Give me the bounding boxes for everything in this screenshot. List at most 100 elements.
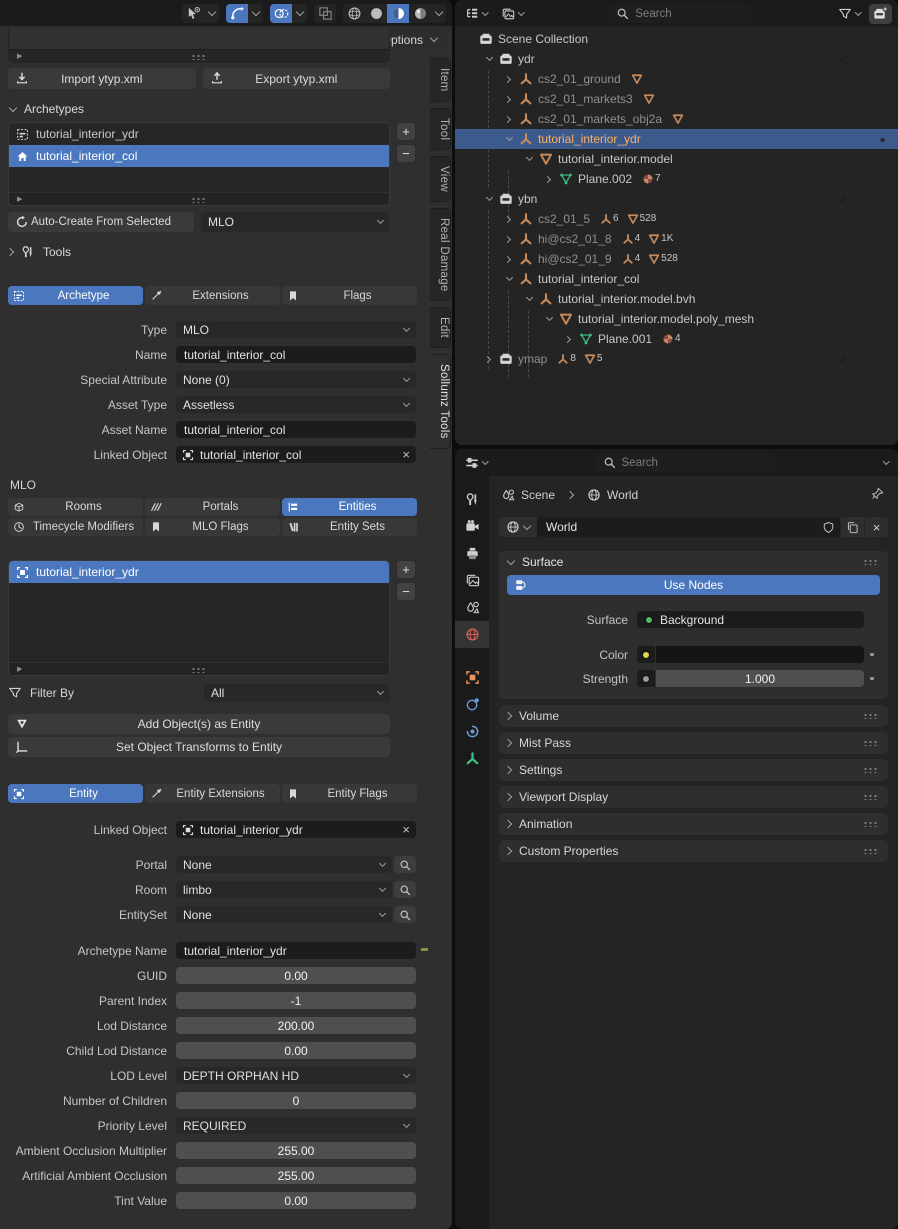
pin-icon[interactable]	[870, 487, 884, 501]
outliner-row-cs2-01-5[interactable]: cs2_01_56528	[455, 209, 898, 229]
expander-icon[interactable]	[501, 278, 517, 280]
add-object-as-entity-button[interactable]: Add Object(s) as Entity	[8, 714, 390, 734]
hide-toggle-eye-open-icon[interactable]	[852, 192, 872, 206]
outliner-search[interactable]	[609, 5, 751, 23]
export-ytyp-button[interactable]: Export ytyp.xml	[203, 68, 391, 89]
render-toggle-camera-icon[interactable]	[872, 92, 892, 106]
render-toggle-camera-icon[interactable]	[872, 152, 892, 166]
render-toggle-camera-icon[interactable]	[872, 352, 892, 366]
name-input[interactable]: tutorial_interior_col	[176, 346, 416, 363]
strength-socket-button[interactable]	[637, 670, 655, 687]
asset-name-input[interactable]: tutorial_interior_col	[176, 421, 416, 438]
archetype-item-tutorial-interior-col[interactable]: tutorial_interior_col	[9, 145, 389, 167]
render-toggle-camera-disabled-icon[interactable]	[872, 232, 892, 246]
outliner-row-hi-cs2-01-9[interactable]: hi@cs2_01_94528	[455, 249, 898, 269]
panel-grip-icon[interactable]	[863, 794, 879, 800]
tab-flags[interactable]: Flags	[282, 286, 417, 305]
hide-toggle-eye-closed-icon[interactable]	[852, 232, 872, 246]
properties-options-dropdown[interactable]	[880, 453, 893, 473]
panel-grip-icon[interactable]	[863, 821, 879, 827]
tab-rooms[interactable]: Rooms	[8, 498, 143, 516]
resize-grip-icon[interactable]	[191, 54, 207, 60]
outliner-row-cs2-01-markets3[interactable]: cs2_01_markets3	[455, 89, 898, 109]
unlink-datablock-button[interactable]: ×	[865, 517, 888, 537]
outliner-row-ybn[interactable]: ybn	[455, 189, 898, 209]
archetypes-section-header[interactable]: Archetypes	[10, 102, 430, 116]
add-entity-list-button[interactable]: +	[396, 560, 416, 579]
outliner-row-tutorial-interior-model-bvh[interactable]: tutorial_interior.model.bvh	[455, 289, 898, 309]
panel-grip-icon[interactable]	[863, 740, 879, 746]
expand-arrow-icon[interactable]: ▶	[17, 53, 22, 60]
lod-level-dropdown[interactable]: DEPTH ORPHAN HD	[176, 1067, 416, 1084]
archetype-item-tutorial-interior-ydr[interactable]: tutorial_interior_ydr	[9, 123, 389, 145]
room-dropdown[interactable]: limbo	[176, 881, 392, 898]
tab-archetype[interactable]: Archetype	[8, 286, 143, 305]
expander-icon[interactable]	[481, 58, 497, 60]
hide-toggle-eye-closed-icon[interactable]	[852, 112, 872, 126]
render-toggle-camera-icon[interactable]	[872, 112, 892, 126]
world-browse-dropdown[interactable]	[499, 517, 537, 537]
new-collection-button[interactable]	[869, 4, 892, 24]
expander-icon[interactable]	[521, 298, 537, 300]
strength-slider[interactable]: 1.000	[656, 670, 864, 687]
render-toggle-camera-icon[interactable]	[872, 52, 892, 66]
gizmo-icon[interactable]	[226, 4, 248, 23]
tab-view-layer[interactable]	[455, 567, 489, 594]
render-toggle-camera-icon[interactable]	[872, 72, 892, 86]
priority-level-dropdown[interactable]: REQUIRED	[176, 1117, 416, 1134]
type-dropdown[interactable]: MLO	[176, 321, 416, 338]
special-attribute-dropdown[interactable]: None (0)	[176, 371, 416, 388]
shading-material-preview[interactable]	[387, 4, 409, 23]
tab-entity-flags[interactable]: Entity Flags	[282, 784, 417, 803]
tab-tool[interactable]	[455, 486, 489, 513]
ytyp-list-handle[interactable]: ▶	[9, 49, 389, 62]
number-of-children-slider[interactable]: 0	[176, 1092, 416, 1109]
chevron-down-icon[interactable]	[431, 4, 446, 23]
outliner-row-tutorial-interior-col[interactable]: tutorial_interior_col	[455, 269, 898, 289]
outliner-editor-type-dropdown[interactable]	[461, 4, 492, 24]
expander-icon[interactable]	[501, 257, 517, 262]
archetype-name-input[interactable]: tutorial_interior_ydr	[176, 942, 416, 959]
outliner-row-scene-collection[interactable]: Scene Collection	[455, 29, 898, 49]
properties-editor-type-dropdown[interactable]	[461, 453, 492, 473]
tab-mlo-flags[interactable]: MLO Flags	[145, 518, 280, 536]
outliner-row-cs2-01-ground[interactable]: cs2_01_ground	[455, 69, 898, 89]
hide-toggle-eye-closed-icon[interactable]	[852, 352, 872, 366]
hide-toggle-eye-open-icon[interactable]	[852, 292, 872, 306]
xray-icon[interactable]	[314, 4, 336, 23]
expand-arrow-icon[interactable]: ▶	[17, 666, 22, 673]
tab-render[interactable]	[455, 513, 489, 540]
panel-grip-icon[interactable]	[863, 848, 879, 854]
breadcrumb-world[interactable]: World	[587, 488, 638, 502]
tools-section-header[interactable]: Tools	[10, 245, 430, 259]
panel-grip-icon[interactable]	[863, 713, 879, 719]
color-swatch[interactable]	[656, 646, 864, 663]
entity-item-tutorial-interior-ydr[interactable]: tutorial_interior_ydr	[9, 561, 389, 583]
animate-dot-icon[interactable]	[870, 653, 874, 657]
render-toggle-camera-icon[interactable]	[872, 192, 892, 206]
portal-dropdown[interactable]: None	[176, 856, 392, 873]
sidebar-tab-item[interactable]: Item	[430, 58, 451, 102]
tab-extensions[interactable]: Extensions	[145, 286, 280, 305]
ytyp-list-row[interactable]	[9, 28, 389, 49]
tab-entity-extensions[interactable]: Entity Extensions	[145, 784, 280, 803]
render-toggle-camera-disabled-icon[interactable]	[872, 292, 892, 306]
expander-icon[interactable]	[541, 177, 557, 182]
guid-slider[interactable]: 0.00	[176, 967, 416, 984]
outliner-display-mode-dropdown[interactable]	[497, 4, 528, 24]
render-toggle-camera-disabled-icon[interactable]	[872, 252, 892, 266]
tab-portals[interactable]: Portals	[145, 498, 280, 516]
outliner-row-tutorial-interior-model-poly-mesh[interactable]: tutorial_interior.model.poly_mesh	[455, 309, 898, 329]
sidebar-tab-tool[interactable]: Tool	[430, 108, 451, 150]
tab-entity-sets[interactable]: Entity Sets	[282, 518, 417, 536]
use-nodes-button[interactable]: Use Nodes	[507, 575, 880, 595]
expand-arrow-icon[interactable]: ▶	[17, 196, 22, 203]
render-toggle-camera-disabled-icon[interactable]	[872, 212, 892, 226]
hide-toggle-eye-closed-icon[interactable]	[852, 252, 872, 266]
linked-object-field[interactable]: tutorial_interior_ydr×	[176, 821, 416, 838]
archetype-type-dropdown[interactable]: MLO	[201, 212, 390, 232]
remove-archetype-button[interactable]: −	[396, 144, 416, 163]
exclude-checkbox[interactable]	[832, 192, 852, 206]
hide-toggle-eye-open-icon[interactable]	[852, 132, 872, 146]
close-icon[interactable]: ×	[402, 448, 410, 461]
